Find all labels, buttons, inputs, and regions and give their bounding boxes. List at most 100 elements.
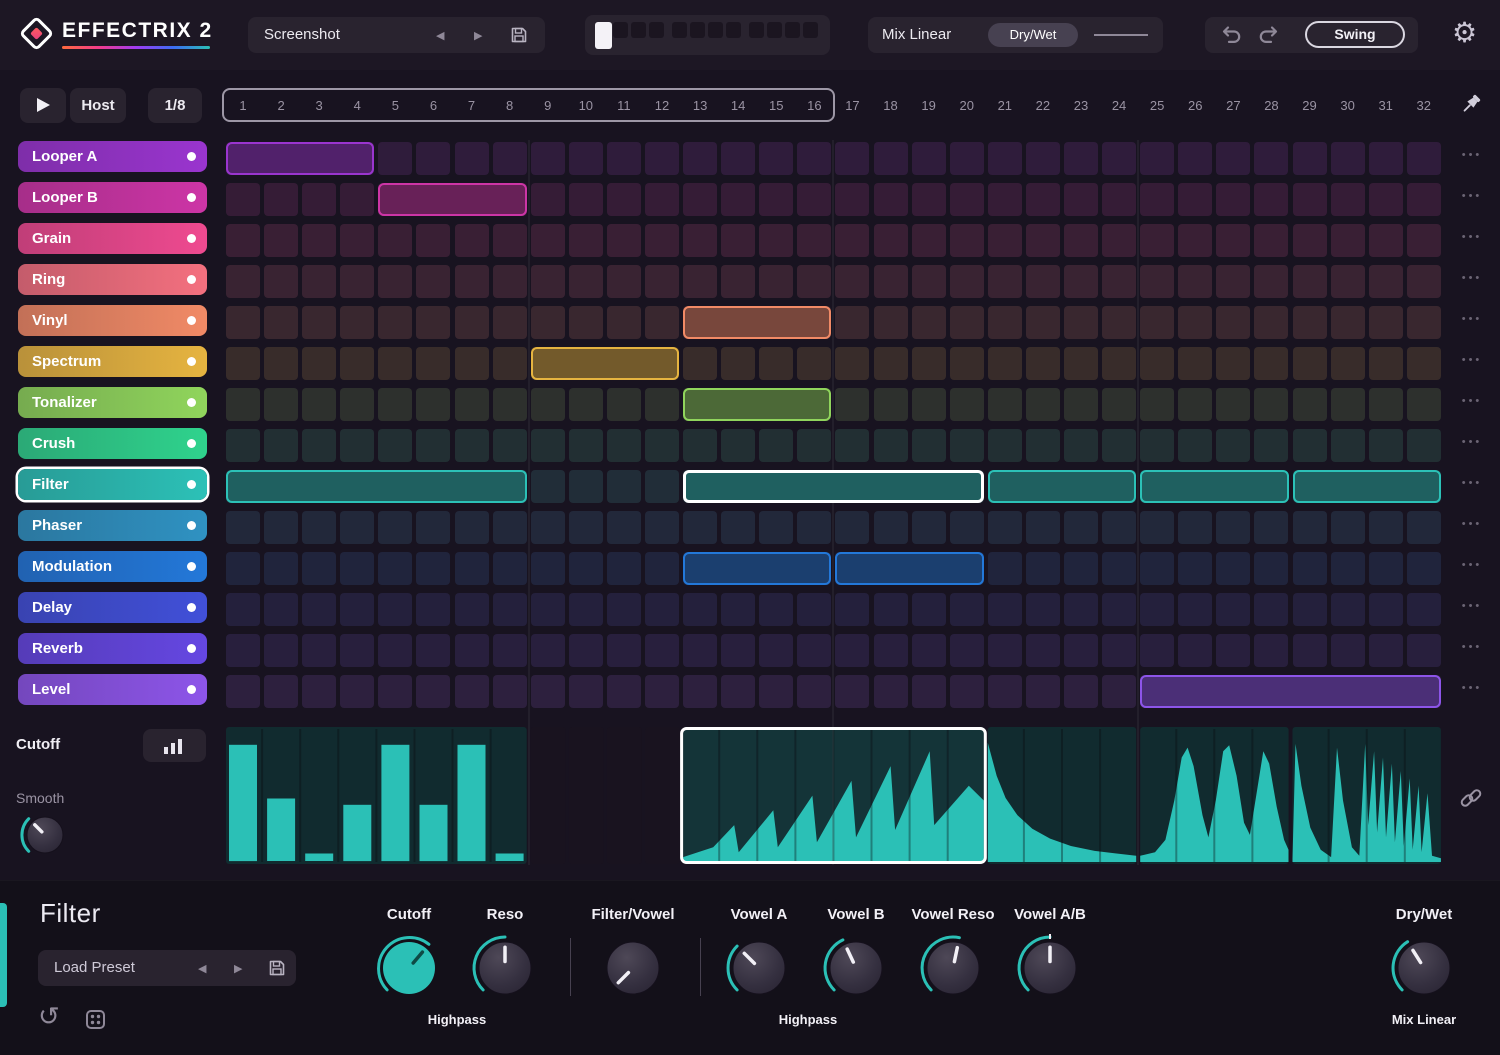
grid-cell[interactable]: [378, 552, 413, 585]
play-button[interactable]: [20, 88, 66, 123]
grid-cell[interactable]: [530, 552, 565, 585]
grid-cell[interactable]: [1330, 142, 1365, 175]
envelope-bar[interactable]: [381, 744, 410, 862]
grid-cell[interactable]: [606, 142, 641, 175]
grid-cell[interactable]: [1368, 183, 1403, 216]
grid-cell[interactable]: [606, 183, 641, 216]
grid-cell[interactable]: [264, 634, 299, 667]
pattern-key[interactable]: [690, 22, 705, 38]
grid-cell[interactable]: [1368, 388, 1403, 421]
envelope-empty-step[interactable]: [530, 727, 566, 864]
grid-cell[interactable]: [683, 511, 718, 544]
grid-cell[interactable]: [1406, 347, 1441, 380]
track-button-crush[interactable]: Crush: [18, 428, 207, 459]
load-preset-button[interactable]: Load Preset: [54, 959, 135, 976]
grid-cell[interactable]: [1406, 593, 1441, 626]
row-menu[interactable]: •••: [1450, 682, 1494, 694]
grid-cell[interactable]: [302, 511, 337, 544]
grid-cell[interactable]: [987, 388, 1022, 421]
grid-cell[interactable]: [1140, 142, 1175, 175]
grid-cell[interactable]: [606, 306, 641, 339]
grid-cell[interactable]: [949, 593, 984, 626]
grid-cell[interactable]: [1102, 224, 1137, 257]
grid-cell[interactable]: [1140, 265, 1175, 298]
grid-cell[interactable]: [1102, 142, 1137, 175]
grid-cell[interactable]: [530, 634, 565, 667]
grid-cell[interactable]: [873, 306, 908, 339]
sequencer-block[interactable]: [530, 347, 680, 380]
grid-cell[interactable]: [1102, 265, 1137, 298]
pattern-key[interactable]: [803, 22, 818, 38]
grid-cell[interactable]: [1216, 224, 1251, 257]
step-number-1[interactable]: 1: [226, 96, 260, 116]
track-active-dot[interactable]: [187, 275, 196, 284]
grid-cell[interactable]: [416, 511, 451, 544]
grid-cell[interactable]: [1178, 224, 1213, 257]
grid-cell[interactable]: [1140, 388, 1175, 421]
grid-cell[interactable]: [949, 224, 984, 257]
grid-cell[interactable]: [1254, 634, 1289, 667]
grid-cell[interactable]: [1102, 306, 1137, 339]
grid-cell[interactable]: [911, 593, 946, 626]
grid-cell[interactable]: [835, 142, 870, 175]
step-number-22[interactable]: 22: [1026, 96, 1060, 116]
grid-cell[interactable]: [492, 388, 527, 421]
grid-cell[interactable]: [873, 224, 908, 257]
grid-cell[interactable]: [873, 429, 908, 462]
grid-cell[interactable]: [1292, 142, 1327, 175]
step-number-16[interactable]: 16: [797, 96, 831, 116]
grid-cell[interactable]: [454, 593, 489, 626]
grid-cell[interactable]: [1025, 593, 1060, 626]
grid-cell[interactable]: [606, 552, 641, 585]
grid-cell[interactable]: [302, 552, 337, 585]
grid-cell[interactable]: [454, 306, 489, 339]
track-button-spectrum[interactable]: Spectrum: [18, 346, 207, 377]
grid-cell[interactable]: [1025, 388, 1060, 421]
track-button-modulation[interactable]: Modulation: [18, 551, 207, 582]
pattern-key[interactable]: [749, 22, 764, 38]
row-menu[interactable]: •••: [1450, 354, 1494, 366]
grid-cell[interactable]: [1254, 511, 1289, 544]
grid-cell[interactable]: [1216, 593, 1251, 626]
track-active-dot[interactable]: [187, 644, 196, 653]
grid-cell[interactable]: [1254, 183, 1289, 216]
grid-cell[interactable]: [226, 593, 260, 626]
grid-cell[interactable]: [1406, 306, 1441, 339]
knob-vowel-a-b[interactable]: [1014, 932, 1086, 1004]
grid-cell[interactable]: [1102, 552, 1137, 585]
knob-filter-vowel[interactable]: [597, 932, 669, 1004]
grid-cell[interactable]: [683, 224, 718, 257]
grid-cell[interactable]: [797, 634, 832, 667]
grid-cell[interactable]: [302, 224, 337, 257]
grid-cell[interactable]: [416, 265, 451, 298]
envelope-empty-step[interactable]: [568, 727, 604, 864]
pattern-key[interactable]: [726, 22, 741, 38]
grid-cell[interactable]: [1406, 142, 1441, 175]
grid-cell[interactable]: [226, 429, 260, 462]
grid-cell[interactable]: [416, 429, 451, 462]
row-menu[interactable]: •••: [1450, 600, 1494, 612]
grid-cell[interactable]: [797, 347, 832, 380]
effect-preset-save-icon[interactable]: [268, 959, 286, 977]
sequencer-block[interactable]: [226, 470, 527, 503]
grid-cell[interactable]: [1368, 552, 1403, 585]
grid-cell[interactable]: [1292, 347, 1327, 380]
grid-cell[interactable]: [226, 634, 260, 667]
grid-cell[interactable]: [1216, 552, 1251, 585]
grid-cell[interactable]: [873, 675, 908, 708]
preset-name[interactable]: Screenshot: [264, 26, 340, 43]
grid-cell[interactable]: [1330, 634, 1365, 667]
pattern-key[interactable]: [649, 22, 664, 38]
envelope-bar[interactable]: [267, 798, 296, 862]
grid-cell[interactable]: [835, 306, 870, 339]
grid-cell[interactable]: [378, 593, 413, 626]
grid-cell[interactable]: [1063, 306, 1098, 339]
pattern-key[interactable]: [631, 22, 646, 38]
grid-cell[interactable]: [873, 347, 908, 380]
grid-cell[interactable]: [530, 265, 565, 298]
grid-cell[interactable]: [683, 347, 718, 380]
grid-cell[interactable]: [644, 511, 679, 544]
grid-cell[interactable]: [644, 552, 679, 585]
grid-cell[interactable]: [530, 306, 565, 339]
grid-cell[interactable]: [606, 511, 641, 544]
